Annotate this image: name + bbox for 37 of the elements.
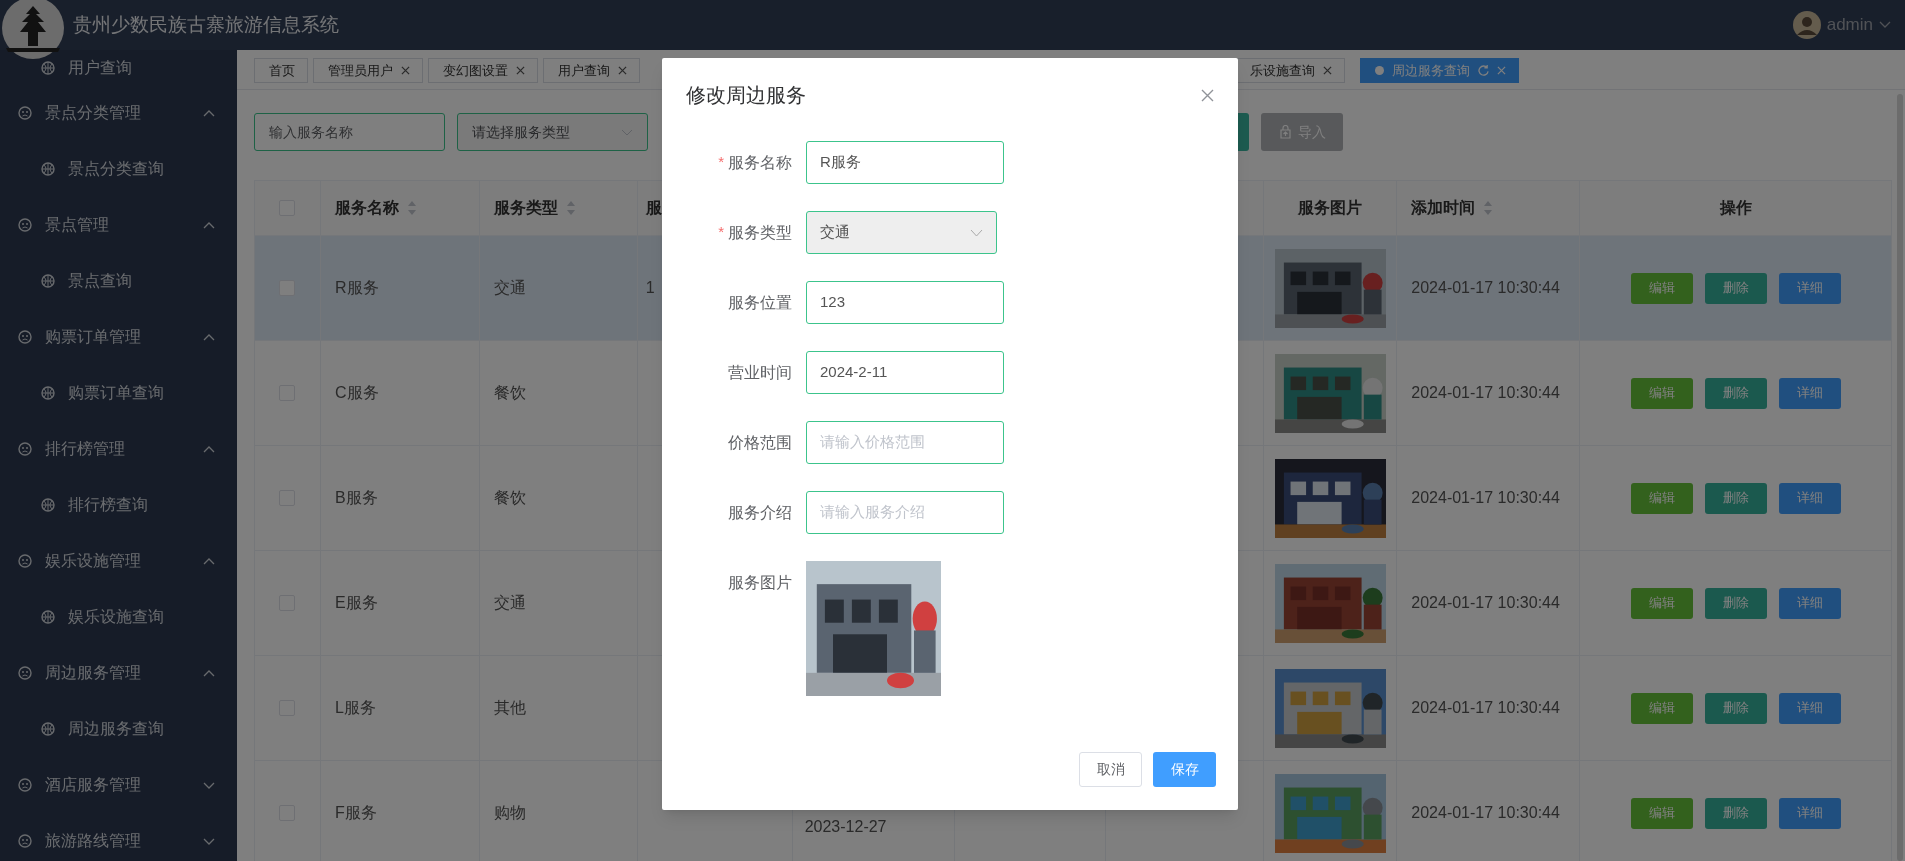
column-header: 操作 xyxy=(1719,198,1752,218)
table-cell-text: B服务 xyxy=(334,488,378,508)
column-header: 服务类型 xyxy=(493,198,558,218)
table-cell-text: 2024-01-17 10:30:44 xyxy=(1411,383,1560,403)
table-cell-text: 交通 xyxy=(493,278,526,298)
table-cell-text: L服务 xyxy=(334,698,376,718)
field-label: 服务图片 xyxy=(728,572,792,593)
table-cell-text: 2024-01-17 10:30:44 xyxy=(1411,278,1560,298)
column-header: 添加时间 xyxy=(1411,198,1476,218)
required-mark: * xyxy=(718,222,724,243)
table-cell-text: 餐饮 xyxy=(493,383,526,403)
required-mark: * xyxy=(718,152,724,173)
field-label: 服务名称 xyxy=(728,152,792,173)
dialog-title: 修改周边服务 xyxy=(686,83,806,108)
table-cell-text: 2023-12-27 xyxy=(804,817,887,837)
field-label: 营业时间 xyxy=(728,362,792,383)
table-cell-text: 2024-01-17 10:30:44 xyxy=(1411,698,1560,718)
field-label: 服务类型 xyxy=(728,222,792,243)
column-header: 服务图片 xyxy=(1298,198,1363,218)
table-cell-text: 购物 xyxy=(493,803,526,823)
column-header: 服务名称 xyxy=(334,198,399,218)
field-label: 服务位置 xyxy=(728,292,792,313)
table-cell-text: R服务 xyxy=(334,278,379,298)
field-label: 服务介绍 xyxy=(728,502,792,523)
table-cell-text: 餐饮 xyxy=(493,488,526,508)
table-cell-text: 1 xyxy=(645,278,655,298)
column-header: 服 xyxy=(645,198,662,218)
table-cell-text: C服务 xyxy=(334,383,379,403)
table-cell-text: E服务 xyxy=(334,593,378,613)
table-cell-text: 2024-01-17 10:30:44 xyxy=(1411,488,1560,508)
field-label: 价格范围 xyxy=(728,432,792,453)
table-cell-text: 交通 xyxy=(493,593,526,613)
table-cell-text: 2024-01-17 10:30:44 xyxy=(1411,593,1560,613)
app-title: 贵州少数民族古寨旅游信息系统 xyxy=(73,12,339,37)
table-cell-text: F服务 xyxy=(334,803,377,823)
table-cell-text: 2024-01-17 10:30:44 xyxy=(1411,803,1560,823)
table-cell-text: 其他 xyxy=(493,698,526,718)
